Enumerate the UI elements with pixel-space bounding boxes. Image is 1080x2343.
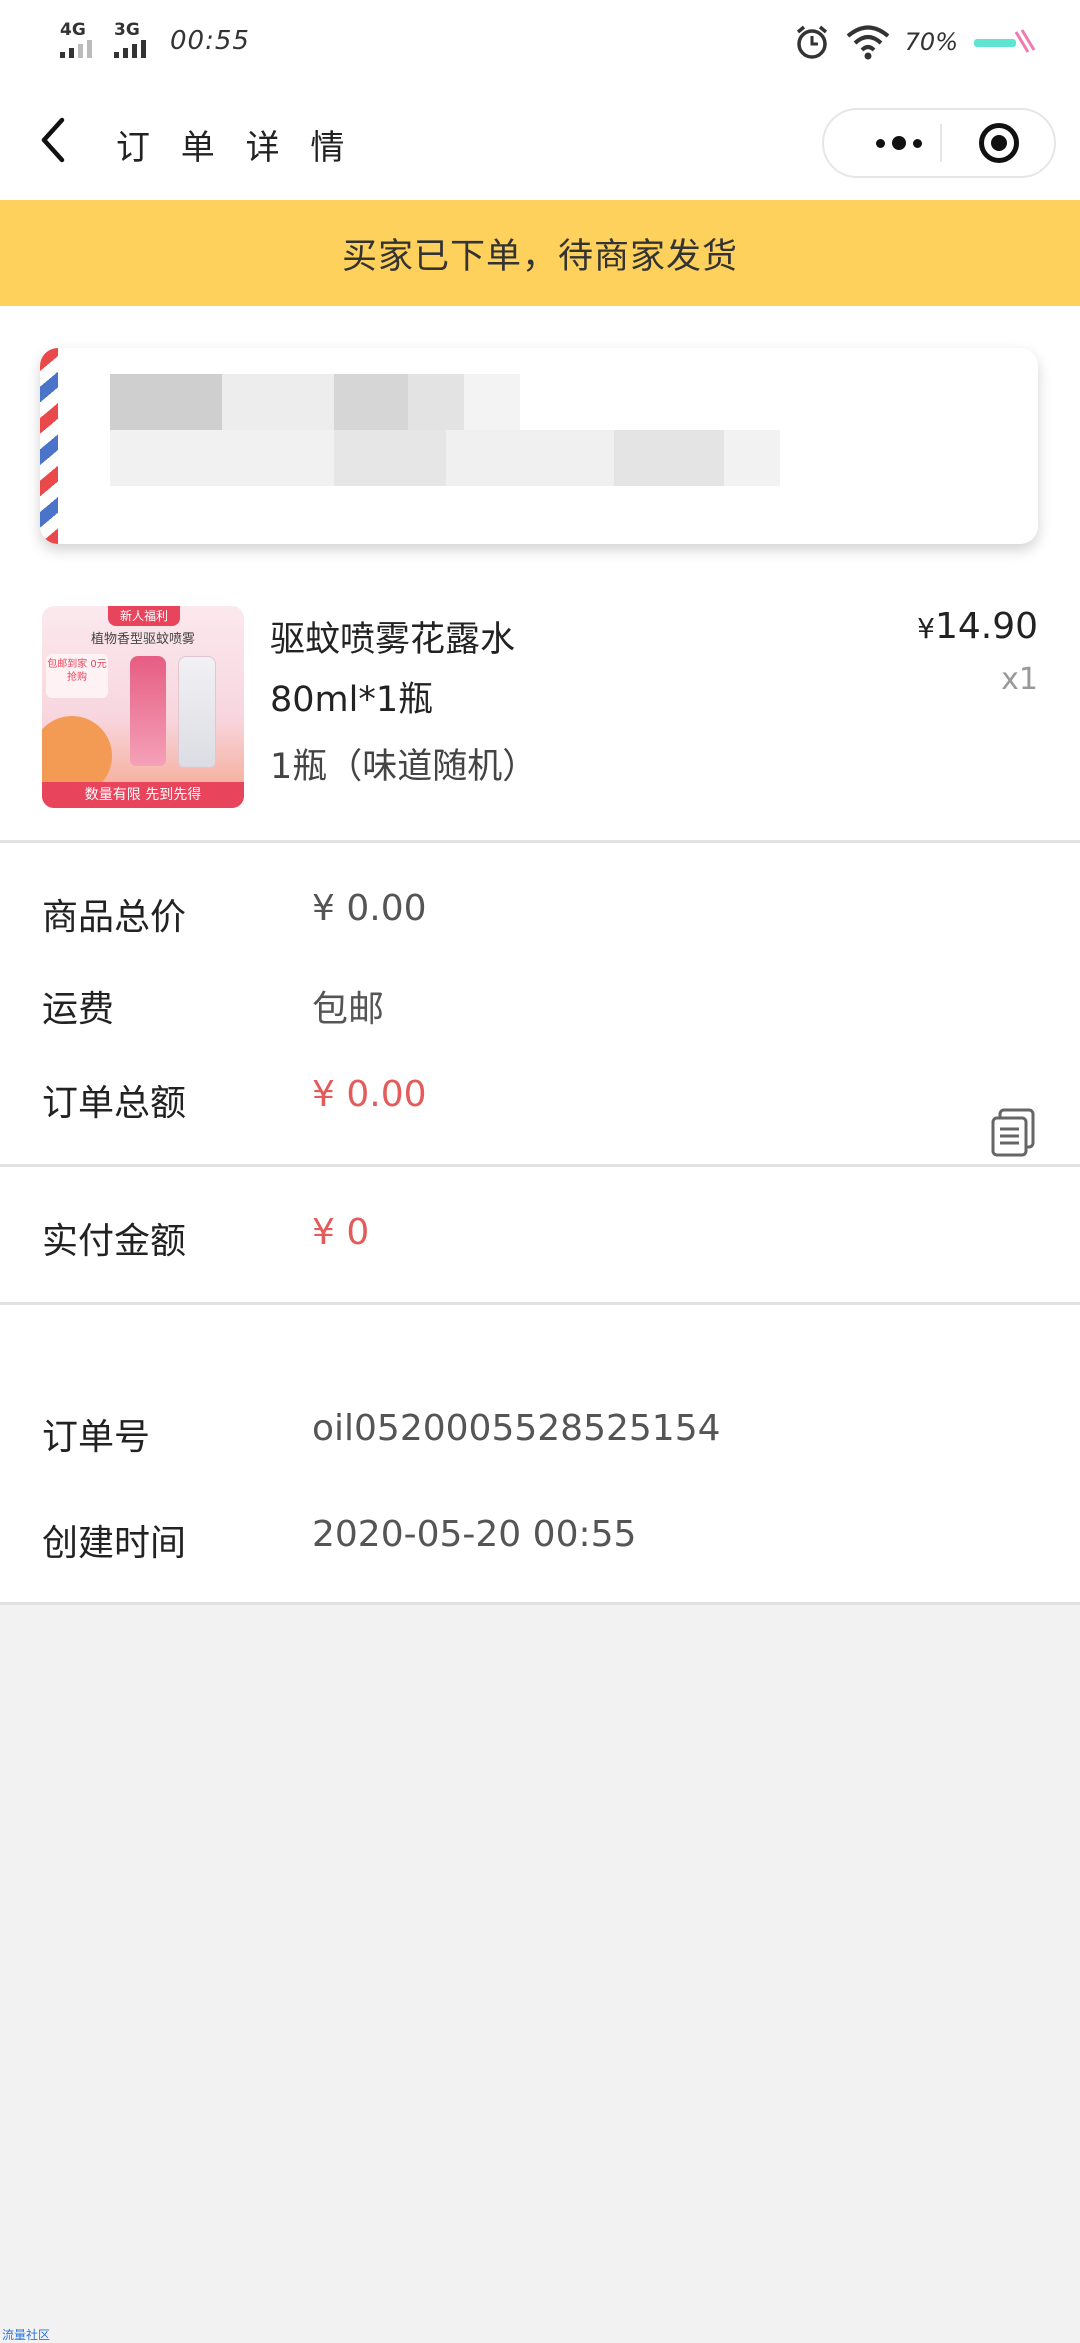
order-number-value: oil0520005528525154 (312, 1408, 721, 1449)
thumb-subtitle: 植物香型驱蚊喷雾 (90, 632, 195, 647)
address-redacted-block (446, 430, 614, 486)
thumb-footer: 数量有限 先到先得 (42, 782, 244, 808)
signal-bars-1-icon (60, 40, 92, 58)
status-time: 00:55 (170, 26, 250, 56)
capsule-divider (940, 124, 942, 162)
bottle-white-image (178, 656, 216, 768)
bottle-pink-image (130, 656, 166, 766)
battery-icon (974, 29, 1036, 53)
address-redacted-block (614, 430, 724, 486)
order-detail-content: 新人福利 植物香型驱蚊喷雾 包邮到家 0元抢购 数量有限 先到先得 驱蚊喷雾花露… (0, 306, 1080, 1602)
price-amount: 14.90 (934, 606, 1038, 647)
order-number-label: 订单号 (42, 1417, 151, 1458)
airmail-stripe (40, 348, 58, 544)
status-bar: 4G 3G 00:55 70% (0, 0, 1080, 80)
alarm-icon (796, 25, 827, 59)
goods-total-label: 商品总价 (42, 897, 187, 938)
nav-bar: 订 单 详 情 (0, 80, 1080, 200)
more-icon[interactable] (854, 110, 944, 176)
address-redacted-block (464, 374, 520, 430)
address-redacted-block (724, 430, 780, 486)
close-mini-program-icon[interactable] (979, 123, 1019, 163)
price-currency: ¥ (917, 612, 935, 645)
network-3g-label: 3G (114, 20, 140, 40)
mini-program-capsule (822, 108, 1056, 178)
address-redacted-block (408, 374, 464, 430)
signal-bars-2-icon (114, 40, 146, 58)
divider (0, 840, 1080, 843)
thumb-tag: 新人福利 (108, 606, 180, 626)
thumb-badge: 包邮到家 0元抢购 (46, 654, 108, 698)
order-status-banner: 买家已下单，待商家发货 (0, 200, 1080, 306)
product-item[interactable]: 新人福利 植物香型驱蚊喷雾 包邮到家 0元抢购 数量有限 先到先得 驱蚊喷雾花露… (0, 570, 1080, 808)
address-redacted-block (110, 430, 334, 486)
product-spec: 1瓶（味道随机） (270, 747, 538, 787)
network-4g-label: 4G (60, 20, 86, 40)
product-thumbnail[interactable]: 新人福利 植物香型驱蚊喷雾 包邮到家 0元抢购 数量有限 先到先得 (42, 606, 244, 808)
watermark-text: 流量社区 (2, 2328, 51, 2342)
created-time-label: 创建时间 (42, 1523, 187, 1564)
order-total-value: ¥ 0.00 (312, 1074, 427, 1115)
address-redacted-block (334, 430, 446, 486)
product-quantity: x1 (1001, 662, 1038, 697)
page-title: 订 单 详 情 (116, 128, 355, 168)
wifi-icon (846, 25, 889, 60)
divider (0, 1302, 1080, 1305)
goods-total-value: ¥ 0.00 (312, 888, 427, 929)
shipping-value: 包邮 (312, 989, 385, 1030)
divider (0, 1164, 1080, 1167)
address-redacted-block (334, 374, 408, 430)
shipping-label: 运费 (42, 989, 115, 1030)
product-price: ¥14.90 (917, 606, 1038, 647)
product-name: 驱蚊喷雾花露水80ml*1瓶 (270, 620, 516, 720)
divider (0, 1602, 1080, 1605)
back-arrow-icon[interactable] (28, 110, 80, 170)
address-redacted-block (222, 374, 334, 430)
order-total-label: 订单总额 (42, 1083, 187, 1124)
address-redacted-block (110, 374, 222, 430)
address-card[interactable] (40, 348, 1038, 544)
paid-amount-label: 实付金额 (42, 1221, 187, 1262)
battery-percent: 70% (904, 28, 958, 56)
paid-amount-value: ¥ 0 (312, 1212, 370, 1253)
copy-icon[interactable] (990, 1108, 1036, 1158)
created-time-value: 2020-05-20 00:55 (312, 1514, 637, 1555)
